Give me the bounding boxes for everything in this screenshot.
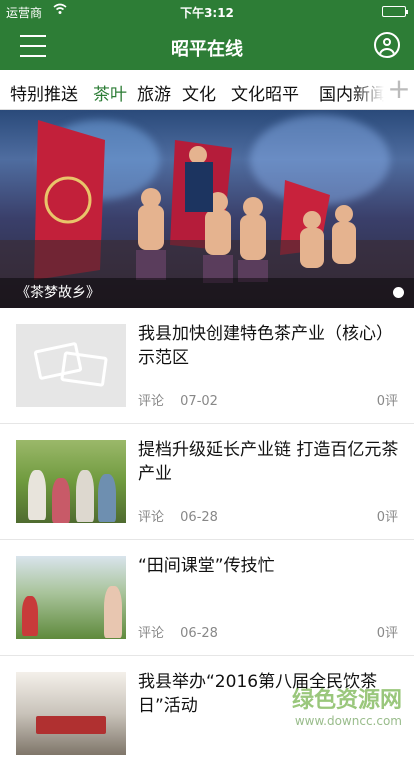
- user-icon-body: [379, 48, 395, 58]
- photo-figure: [76, 470, 94, 522]
- news-thumbnail: [16, 440, 126, 523]
- comment-label: 评论: [138, 394, 164, 409]
- news-item[interactable]: 我县加快创建特色茶产业（核心）示范区 评论 07-02 0评: [0, 308, 414, 424]
- news-item[interactable]: 提档升级延长产业链 打造百亿元茶产业 评论 06-28 0评: [0, 424, 414, 540]
- banner-caption: 《茶梦故乡》: [16, 282, 100, 302]
- photo-banner: [36, 716, 106, 734]
- photo-figure: [104, 586, 122, 638]
- photo-figure: [98, 474, 116, 522]
- news-thumbnail: [16, 672, 126, 755]
- comment-count: 0评: [377, 390, 398, 409]
- status-bar: 运营商 下午3:12: [0, 0, 414, 22]
- watermark-url: www.downcc.com: [292, 714, 402, 728]
- thumbnail-placeholder-icon: [16, 324, 126, 407]
- news-title: 提档升级延长产业链 打造百亿元茶产业: [138, 438, 400, 486]
- news-title: “田间课堂”传技忙: [138, 554, 400, 578]
- news-date: 06-28: [180, 510, 218, 525]
- user-profile-button[interactable]: [374, 32, 400, 58]
- nav-bar: 昭平在线: [0, 22, 414, 70]
- hamburger-line: [20, 35, 46, 37]
- tab-zhaoping-culture[interactable]: 文化昭平: [231, 80, 299, 105]
- app-title: 昭平在线: [0, 35, 414, 61]
- watermark-logo: 绿色资源网: [292, 682, 402, 714]
- comment-label: 评论: [138, 510, 164, 525]
- photo-figure: [22, 596, 38, 636]
- tab-tea[interactable]: 茶叶: [93, 80, 127, 105]
- hamburger-line: [20, 55, 46, 57]
- tab-special[interactable]: 特别推送: [10, 80, 78, 105]
- news-date: 06-28: [180, 626, 218, 641]
- hamburger-line: [20, 45, 46, 47]
- user-icon: [383, 38, 391, 46]
- comment-count: 0评: [377, 622, 398, 641]
- battery-icon: [382, 6, 406, 17]
- news-meta: 评论 06-28: [138, 622, 230, 641]
- tab-travel[interactable]: 旅游: [137, 80, 171, 105]
- photo-figure: [28, 470, 46, 520]
- tabs-fade: [354, 70, 384, 110]
- add-tab-button[interactable]: +: [384, 70, 414, 110]
- image-placeholder-icon: [60, 351, 108, 387]
- banner-carousel[interactable]: 《茶梦故乡》: [0, 110, 414, 308]
- menu-button[interactable]: [20, 35, 46, 57]
- news-item[interactable]: “田间课堂”传技忙 评论 06-28 0评: [0, 540, 414, 656]
- comment-label: 评论: [138, 626, 164, 641]
- news-title: 我县加快创建特色茶产业（核心）示范区: [138, 322, 400, 370]
- status-time: 下午3:12: [0, 4, 414, 21]
- news-meta: 评论 06-28: [138, 506, 230, 525]
- watermark: 绿色资源网 www.downcc.com: [292, 682, 402, 728]
- news-date: 07-02: [180, 394, 218, 409]
- comment-count: 0评: [377, 506, 398, 525]
- category-tabs: 特别推送 茶叶 旅游 文化 文化昭平 国内新闻 +: [0, 70, 414, 110]
- carousel-indicator: [393, 287, 404, 298]
- photo-figure: [52, 478, 70, 523]
- news-thumbnail: [16, 556, 126, 639]
- tab-culture[interactable]: 文化: [182, 80, 216, 105]
- news-meta: 评论 07-02: [138, 390, 230, 409]
